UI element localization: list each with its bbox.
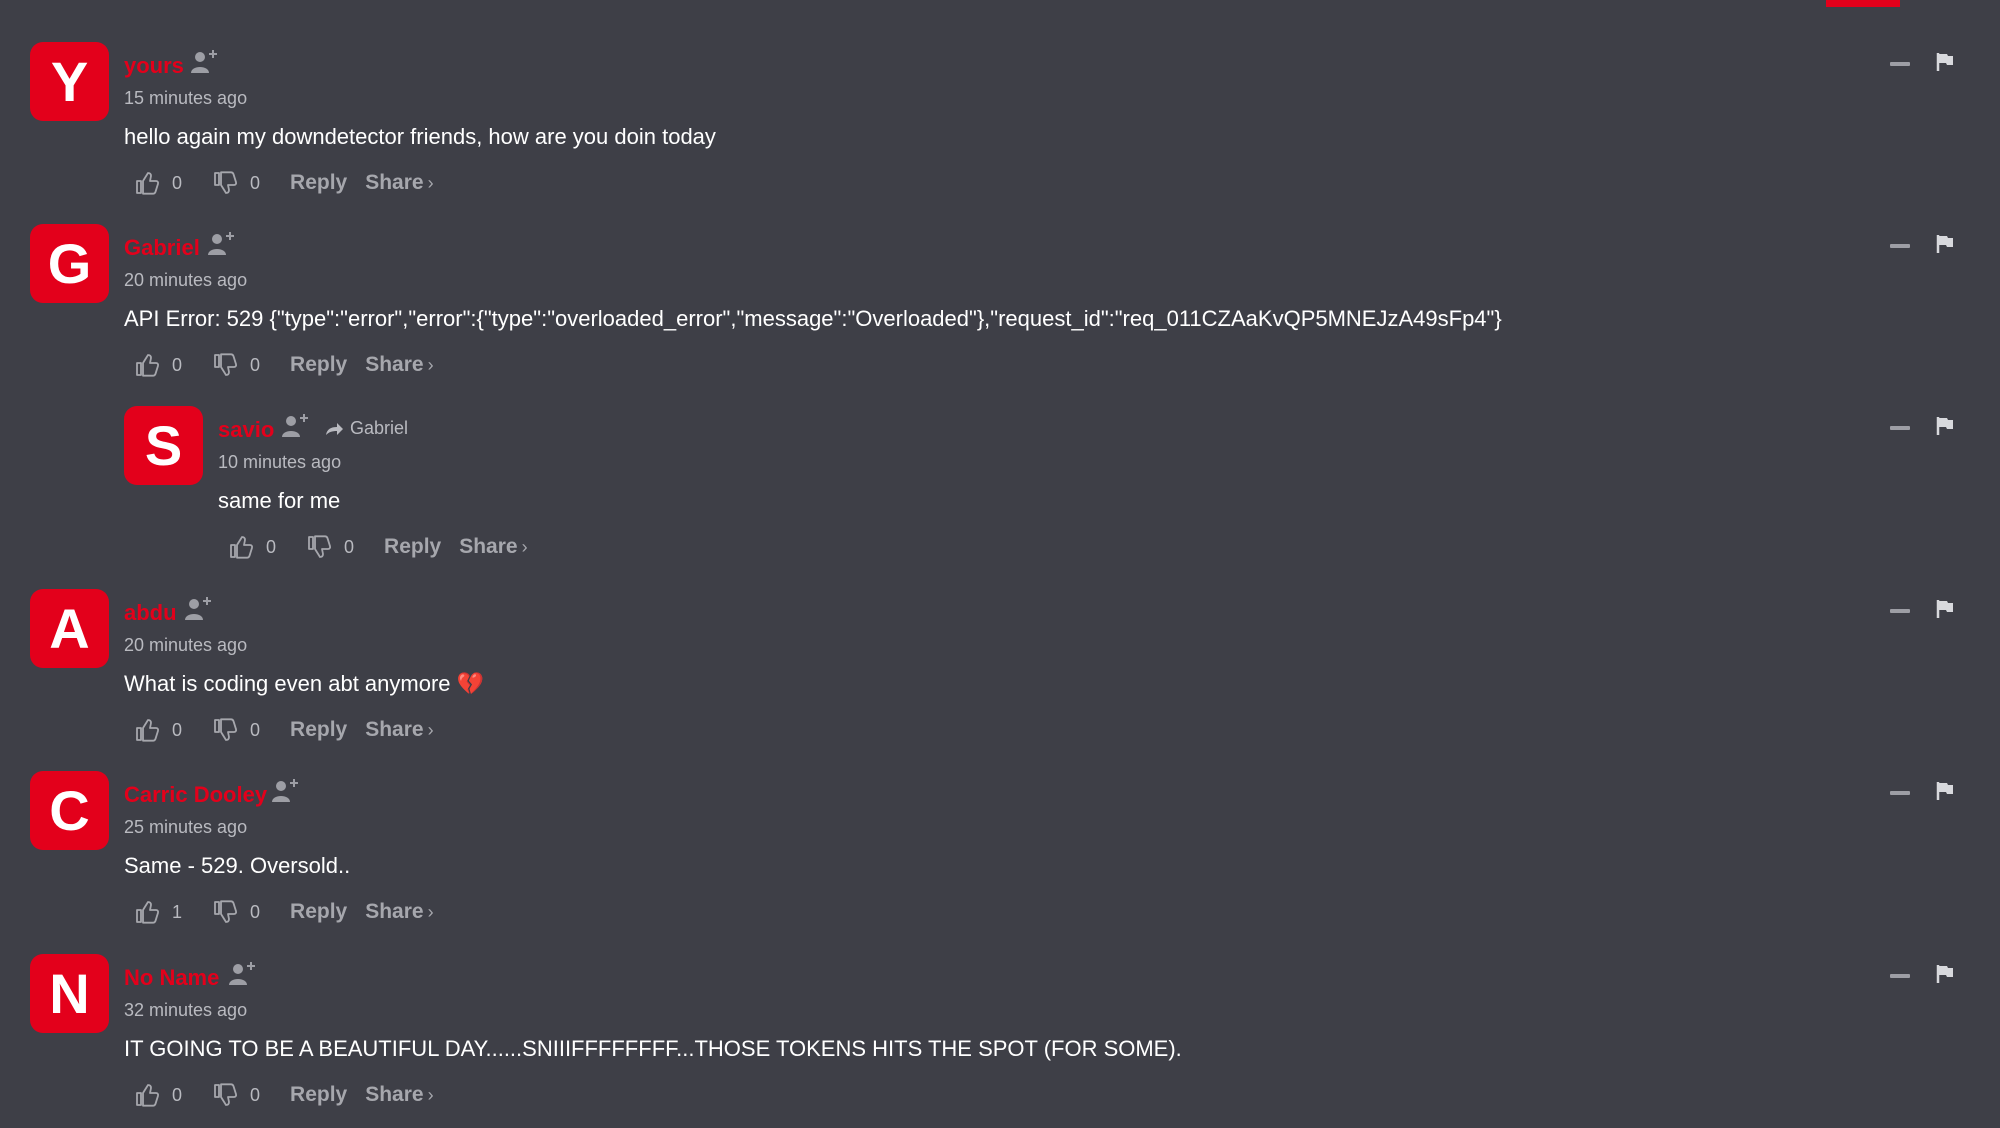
comment-author[interactable]: No Name <box>124 965 219 991</box>
person-plus-icon[interactable] <box>189 47 219 77</box>
collapse-button[interactable] <box>1890 426 1910 430</box>
share-button[interactable]: Share › <box>365 1083 433 1107</box>
comment-text: What is coding even abt anymore 💔 <box>124 671 485 696</box>
avatar[interactable]: Y <box>30 42 109 121</box>
share-arrow-icon <box>326 422 343 435</box>
flag-icon[interactable] <box>1936 52 1954 72</box>
comment-actions: 0 0 Reply Share › <box>134 1081 452 1109</box>
comment-author[interactable]: savio <box>218 417 274 443</box>
collapse-button[interactable] <box>1890 62 1910 66</box>
reply-to-indicator[interactable]: Gabriel <box>324 418 408 439</box>
comment-author[interactable]: yours <box>124 53 184 79</box>
comments-page: Y yours 15 minutes ago hello again my do… <box>0 0 2000 1128</box>
comment-item: G Gabriel 20 minutes ago API Error: 529 … <box>0 182 2000 377</box>
avatar[interactable]: N <box>30 954 109 1033</box>
avatar[interactable]: C <box>30 771 109 850</box>
flag-icon[interactable] <box>1936 416 1954 436</box>
comment-text: API Error: 529 {"type":"error","error":{… <box>124 306 1502 331</box>
comment-timestamp: 32 minutes ago <box>124 1000 248 1020</box>
like-count: 0 <box>172 1084 183 1105</box>
flag-icon[interactable] <box>1936 234 1954 254</box>
comment-author[interactable]: abdu <box>124 600 177 626</box>
person-plus-icon[interactable] <box>206 229 236 259</box>
person-plus-icon[interactable] <box>280 411 310 441</box>
comment-text: Same - 529. Oversold.. <box>124 853 351 878</box>
comment-timestamp: 10 minutes ago <box>218 452 342 472</box>
flag-icon[interactable] <box>1936 599 1954 619</box>
thumbs-down-icon <box>214 1083 238 1106</box>
person-plus-icon[interactable] <box>183 594 213 624</box>
flag-icon[interactable] <box>1936 964 1954 984</box>
avatar[interactable]: G <box>30 224 109 303</box>
collapse-button[interactable] <box>1890 609 1910 613</box>
avatar[interactable]: S <box>124 406 203 485</box>
collapse-button[interactable] <box>1890 791 1910 795</box>
person-plus-icon[interactable] <box>270 776 300 806</box>
dislike-button[interactable]: 0 <box>212 1082 260 1108</box>
comment-item: Y yours 15 minutes ago hello again my do… <box>0 0 2000 195</box>
comment-timestamp: 20 minutes ago <box>124 270 248 290</box>
comment-item: C Carric Dooley 25 minutes ago Same - 52… <box>0 729 2000 924</box>
flag-icon[interactable] <box>1936 781 1954 801</box>
comment-text: same for me <box>218 488 341 513</box>
comment-timestamp: 20 minutes ago <box>124 635 248 655</box>
reply-to-name: Gabriel <box>350 418 409 438</box>
reply-button[interactable]: Reply <box>290 1083 347 1107</box>
comment-author[interactable]: Carric Dooley <box>124 782 267 808</box>
share-label: Share <box>365 1083 424 1106</box>
reply-comment-item: S savio Gabriel 10 minutes ago same for … <box>0 364 2000 559</box>
dislike-count: 0 <box>250 1084 261 1105</box>
comment-timestamp: 25 minutes ago <box>124 817 248 837</box>
collapse-button[interactable] <box>1890 244 1910 248</box>
collapse-button[interactable] <box>1890 974 1910 978</box>
comment-text: hello again my downdetector friends, how… <box>124 124 716 149</box>
like-button[interactable]: 0 <box>134 1082 182 1108</box>
thumbs-up-icon <box>136 1084 160 1107</box>
comment-timestamp: 15 minutes ago <box>124 88 248 108</box>
chevron-right-icon: › <box>427 1085 434 1105</box>
comment-text: IT GOING TO BE A BEAUTIFUL DAY......SNII… <box>124 1036 1182 1061</box>
avatar[interactable]: A <box>30 589 109 668</box>
comment-item: A abdu 20 minutes ago What is coding eve… <box>0 547 2000 742</box>
comment-author[interactable]: Gabriel <box>124 235 200 261</box>
person-plus-icon[interactable] <box>227 959 257 989</box>
comment-item: N No Name 32 minutes ago IT GOING TO BE … <box>0 912 2000 1107</box>
